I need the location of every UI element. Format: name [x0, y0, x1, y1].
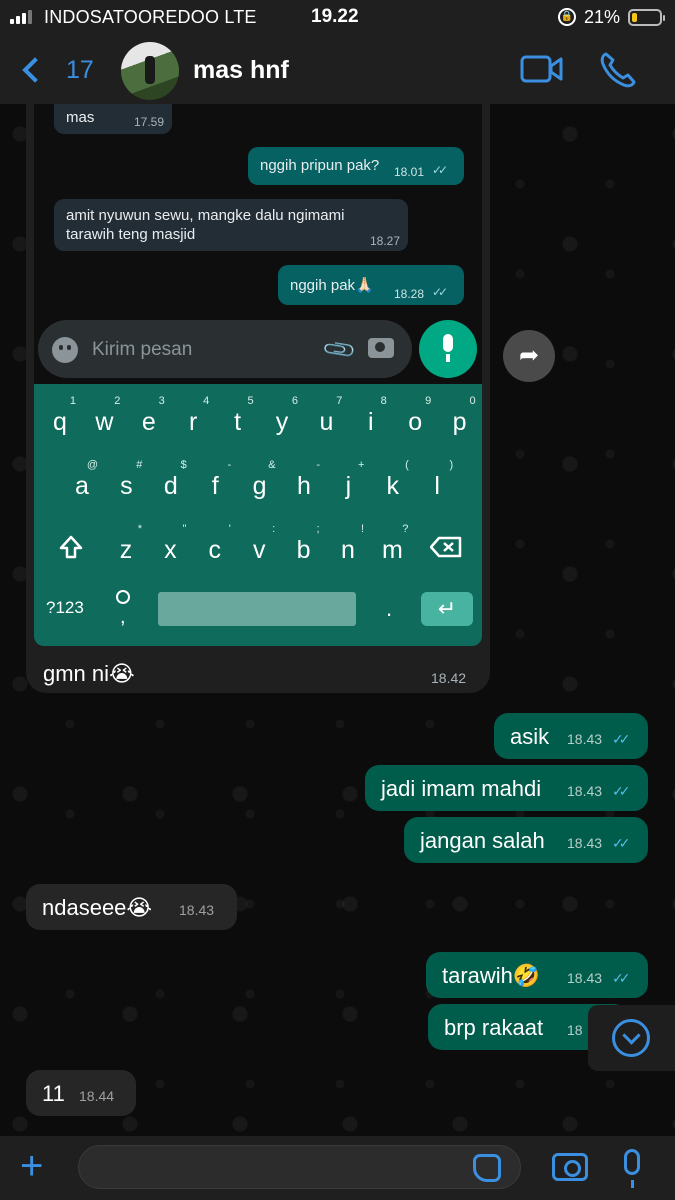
keyboard-key: w2	[95, 395, 121, 437]
contact-avatar[interactable]	[121, 42, 179, 100]
embedded-keyboard: ?123 , . ↵ q 1 w 2 e 3 r 4 t 5 y 6 u 7 i 8 o 9 p 0 a @ s # d $ f - g…	[34, 384, 482, 646]
embedded-input-placeholder: Kirim pesan	[92, 339, 193, 360]
forward-icon[interactable]: ➦	[503, 330, 555, 382]
caption-time: 18.42	[431, 670, 467, 686]
camera-icon[interactable]	[552, 1153, 588, 1181]
status-bar: INDOSATOOREDOO LTE 19.22 🔒 21%	[0, 0, 675, 36]
keyboard-key: j +	[345, 459, 365, 501]
image-message[interactable]: mas 17.59 nggih pripun pak? 18.01 ✓✓ ami…	[26, 104, 490, 693]
keyboard-key: u7	[319, 395, 343, 437]
video-call-icon[interactable]	[520, 54, 564, 84]
keyboard-key: z *	[119, 523, 142, 565]
message-input[interactable]	[78, 1145, 521, 1189]
shift-key-icon	[59, 535, 83, 559]
sticker-icon[interactable]	[473, 1154, 501, 1182]
rotation-lock-icon: 🔒	[558, 8, 576, 26]
attachment-icon: 📎	[320, 331, 358, 369]
read-ticks-icon: ✓✓	[612, 731, 631, 747]
keyboard-key: x "	[164, 523, 187, 565]
embedded-message-input: Kirim pesan 📎	[38, 320, 412, 378]
message-bubble[interactable]: 11 18.44	[26, 1070, 136, 1116]
keyboard-key: l)	[434, 459, 454, 501]
embedded-message: amit nyuwun sewu, mangke dalu ngimami ta…	[54, 199, 408, 251]
keyboard-key: a @	[75, 459, 98, 501]
keyboard-key: r4	[189, 395, 210, 437]
read-ticks-icon: ✓✓	[432, 163, 448, 177]
keyboard-key: q1	[53, 395, 76, 437]
battery-percent: 21%	[584, 7, 621, 27]
keyboard-key: n!	[341, 523, 364, 565]
message-composer: +	[0, 1136, 675, 1200]
read-ticks-icon: ✓✓	[612, 970, 631, 986]
phone-call-icon[interactable]	[598, 50, 638, 90]
keyboard-key: i8	[368, 395, 387, 437]
embedded-message: mas 17.59	[54, 104, 172, 134]
keyboard-key: g &	[252, 459, 276, 501]
scroll-to-bottom-button[interactable]	[588, 1005, 675, 1071]
keyboard-key: k(	[386, 459, 409, 501]
embedded-mic-icon	[419, 320, 477, 378]
message-bubble[interactable]: tarawih🤣 18.43 ✓✓	[426, 952, 648, 998]
chevron-left-icon	[22, 57, 48, 83]
carrier-label: INDOSATOOREDOO LTE	[44, 7, 257, 27]
back-button[interactable]: 17	[18, 50, 98, 90]
keyboard-key: s #	[120, 459, 143, 501]
space-key	[158, 592, 356, 626]
unread-count: 17	[66, 55, 94, 84]
comma-key: ,	[120, 606, 126, 628]
keyboard-key: o9	[408, 395, 432, 437]
emoji-icon	[52, 337, 78, 363]
battery-icon	[628, 9, 665, 26]
message-bubble[interactable]: asik 18.43 ✓✓	[494, 713, 648, 759]
read-ticks-icon: ✓✓	[432, 285, 448, 299]
message-bubble[interactable]: jangan salah 18.43 ✓✓	[404, 817, 648, 863]
keyboard-key: d $	[163, 459, 187, 501]
period-key: .	[386, 596, 393, 621]
plus-icon[interactable]: +	[20, 1146, 43, 1186]
embedded-message: nggih pak🙏🏻 18.28 ✓✓	[278, 265, 464, 305]
microphone-icon[interactable]	[624, 1149, 640, 1188]
keyboard-key: t5	[234, 395, 254, 437]
read-ticks-icon: ✓✓	[612, 835, 631, 851]
emoji-key-icon	[116, 590, 130, 604]
image-caption: gmn ni😭	[43, 661, 135, 686]
message-bubble[interactable]: jadi imam mahdi 18.43 ✓✓	[365, 765, 648, 811]
keyboard-key: m?	[381, 523, 409, 565]
status-time: 19.22	[311, 6, 359, 27]
chat-header: 17 mas hnf	[0, 36, 675, 104]
enter-key-icon: ↵	[421, 592, 473, 626]
signal-icon	[10, 10, 32, 24]
keyboard-key: e3	[141, 395, 165, 437]
message-bubble[interactable]: ndaseee😭 18.43	[26, 884, 237, 930]
backspace-key-icon	[430, 536, 462, 558]
keyboard-key: b;	[296, 523, 320, 565]
keyboard-key: c '	[208, 523, 231, 565]
embedded-message: nggih pripun pak? 18.01 ✓✓	[248, 147, 464, 185]
symbols-key: ?123	[46, 598, 84, 617]
keyboard-key: f-	[211, 459, 232, 501]
keyboard-key: h-	[297, 459, 320, 501]
read-ticks-icon: ✓✓	[612, 783, 631, 799]
chevron-down-icon	[612, 1019, 650, 1057]
keyboard-key: p0	[452, 395, 476, 437]
keyboard-key: v:	[252, 523, 276, 565]
camera-icon	[368, 338, 394, 358]
keyboard-key: y6	[275, 395, 298, 437]
contact-name[interactable]: mas hnf	[193, 56, 289, 85]
